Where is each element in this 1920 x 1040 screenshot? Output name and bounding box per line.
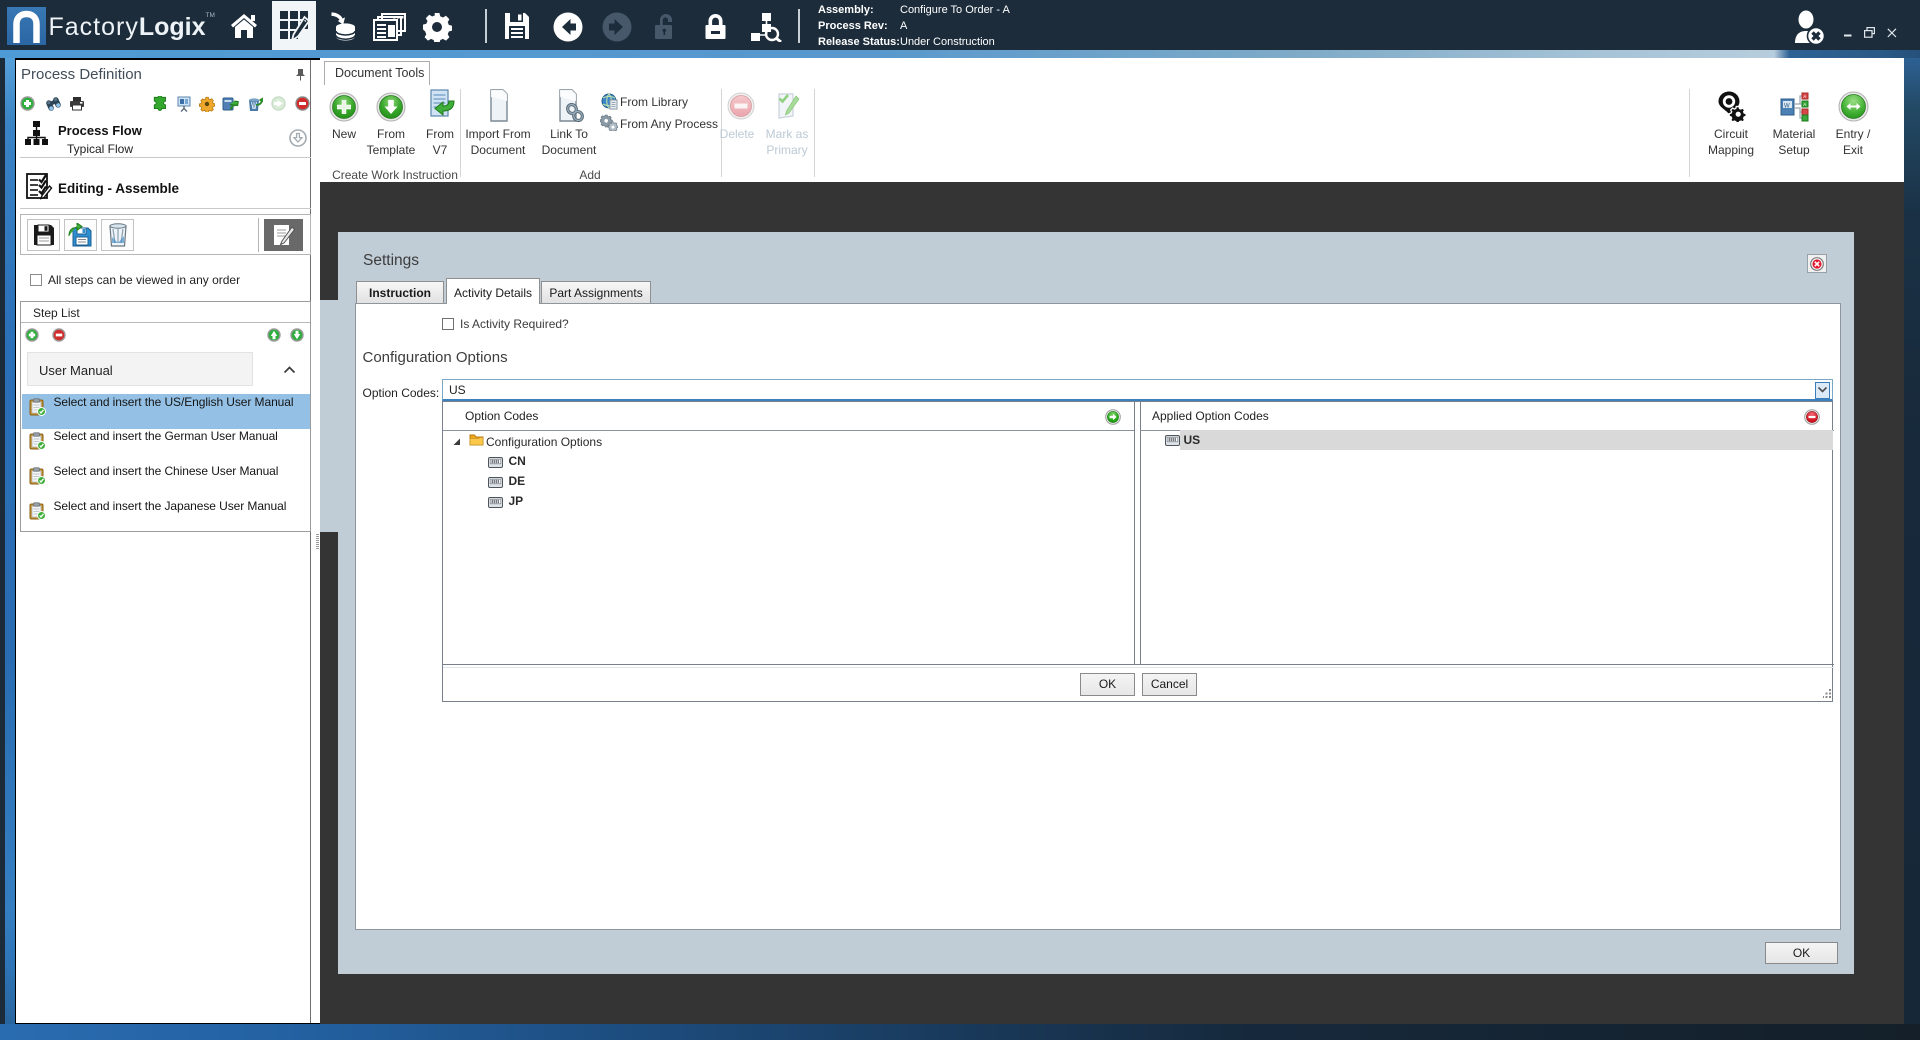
svg-text:W: W <box>1784 104 1790 110</box>
svg-text:A: A <box>1803 102 1806 107</box>
svg-text:A: A <box>1803 94 1806 99</box>
